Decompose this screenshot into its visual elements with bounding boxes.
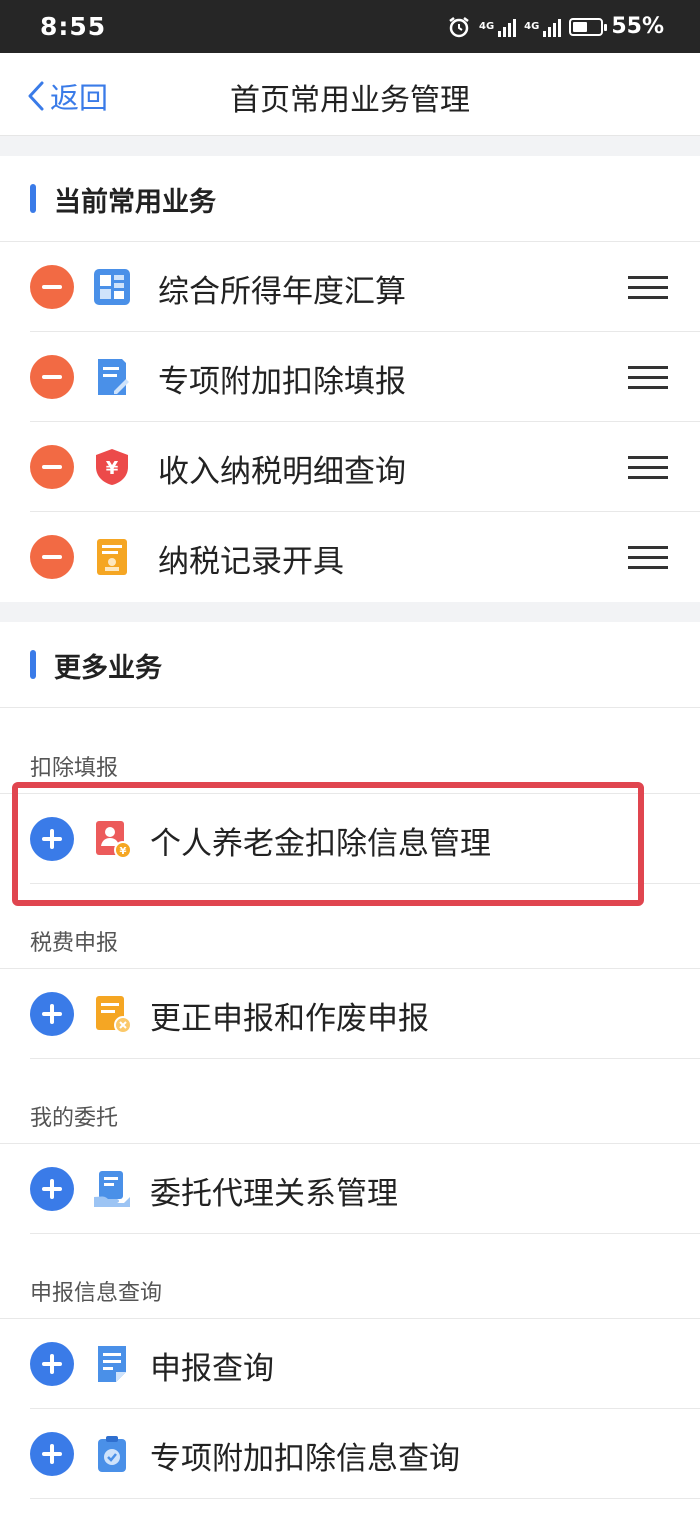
remove-button[interactable] [30, 265, 74, 309]
more-business-item: 委托代理关系管理 [0, 1144, 700, 1234]
current-business-item: 纳税记录开具 [0, 512, 700, 602]
page-title: 首页常用业务管理 [230, 83, 470, 118]
current-business-item: 综合所得年度汇算 [0, 242, 700, 332]
battery-percent: 55% [611, 14, 664, 39]
more-business-item: ¥ 个人养老金扣除信息管理 [0, 794, 700, 884]
drag-handle-icon[interactable] [628, 276, 668, 300]
drag-handle-icon[interactable] [628, 546, 668, 570]
category-label: 我的委托 [0, 1084, 700, 1144]
report-document-icon [98, 1346, 126, 1382]
item-label: 专项附加扣除信息查询 [150, 1441, 460, 1477]
current-business-item: 专项附加扣除填报 [0, 332, 700, 422]
item-label: 纳税记录开具 [158, 544, 344, 580]
svg-text:¥: ¥ [106, 458, 119, 479]
section-gap [0, 602, 700, 622]
category-label: 扣除填报 [0, 734, 700, 794]
add-button[interactable] [30, 817, 74, 861]
drag-handle-icon[interactable] [628, 456, 668, 480]
more-business-item: 更正申报和作废申报 [0, 969, 700, 1059]
edit-document-icon [98, 359, 129, 395]
add-button[interactable] [30, 992, 74, 1036]
more-business-item: 专项附加扣除信息查询 [0, 1409, 700, 1499]
section-gap [0, 136, 700, 156]
add-button[interactable] [30, 1432, 74, 1476]
status-bar: 8:55 4G 4G 55% [0, 0, 700, 53]
certificate-icon [97, 539, 127, 575]
status-time: 8:55 [40, 12, 107, 41]
item-label: 更正申报和作废申报 [150, 1001, 429, 1037]
battery-icon [569, 17, 608, 36]
more-business-item: 申报查询 [0, 1319, 700, 1409]
more-business-header: 更多业务 [0, 622, 700, 708]
pension-card-icon: ¥ [96, 821, 132, 859]
current-business-item: ¥ 收入纳税明细查询 [0, 422, 700, 512]
section-title: 当前常用业务 [54, 187, 216, 218]
status-indicators: 4G 4G 55% [447, 14, 664, 39]
navigation-bar: 返回 首页常用业务管理 [0, 53, 700, 136]
alarm-icon [449, 16, 469, 37]
section-title: 更多业务 [54, 653, 162, 684]
item-label: 收入纳税明细查询 [158, 454, 406, 490]
section-accent-bar [30, 650, 36, 679]
item-label: 申报查询 [150, 1351, 274, 1387]
item-label: 委托代理关系管理 [150, 1176, 398, 1212]
delegation-icon [94, 1171, 130, 1207]
signal-icon [498, 17, 517, 37]
remove-button[interactable] [30, 445, 74, 489]
category-label: 申报信息查询 [0, 1259, 700, 1319]
dashboard-icon [94, 269, 130, 305]
correction-document-icon [96, 996, 132, 1034]
remove-button[interactable] [30, 535, 74, 579]
section-accent-bar [30, 184, 36, 213]
item-label: 专项附加扣除填报 [158, 364, 406, 400]
clipboard-check-icon [98, 1436, 126, 1472]
network-type-1: 4G [478, 20, 495, 32]
drag-handle-icon[interactable] [628, 366, 668, 390]
category-label: 税费申报 [0, 909, 700, 969]
add-button[interactable] [30, 1342, 74, 1386]
current-business-header: 当前常用业务 [0, 156, 700, 242]
svg-text:¥: ¥ [120, 846, 127, 857]
add-button[interactable] [30, 1167, 74, 1211]
item-label: 个人养老金扣除信息管理 [150, 826, 491, 862]
signal-icon [543, 17, 562, 37]
tax-shield-icon: ¥ [96, 449, 128, 485]
remove-button[interactable] [30, 355, 74, 399]
item-label: 综合所得年度汇算 [158, 274, 406, 310]
network-type-2: 4G [524, 20, 540, 32]
